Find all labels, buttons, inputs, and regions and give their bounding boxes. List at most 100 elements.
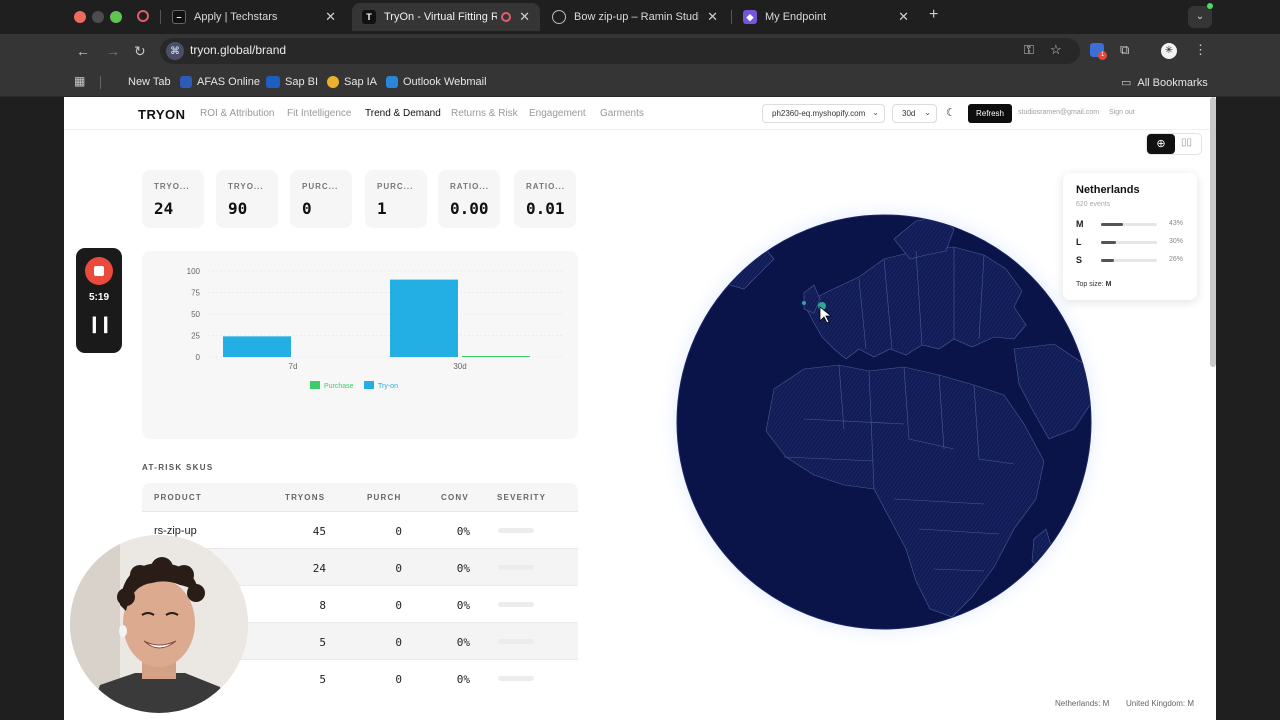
tab-label: Bow zip-up – Ramin Studios	[574, 11, 700, 23]
bookmark-label: Sap BI	[285, 76, 319, 88]
bookmark-new-tab[interactable]: New Tab	[128, 76, 171, 88]
cell-conv: 0%	[456, 599, 470, 612]
shop-select-value: ph2360-eq.myshopify.com	[772, 109, 866, 118]
y-tick-label: 75	[191, 289, 200, 298]
tryon-logo[interactable]: TRYON	[138, 107, 186, 122]
kpi-label: PURC...	[302, 182, 339, 191]
tab-search-button[interactable]: ⌄	[1188, 6, 1212, 28]
minimize-window-button[interactable]	[92, 11, 104, 23]
tab-label: My Endpoint	[765, 11, 827, 23]
recording-time: 5:19	[88, 292, 109, 303]
close-tab-icon[interactable]: ✕	[519, 9, 530, 25]
chart-view-icon[interactable]: ▯▯	[1181, 137, 1192, 148]
zoom-window-button[interactable]	[110, 11, 122, 23]
close-tab-icon[interactable]: ✕	[898, 9, 909, 25]
top-size-value: M	[1105, 281, 1112, 288]
shop-select[interactable]: ph2360-eq.myshopify.com ⌄	[762, 104, 885, 123]
close-window-button[interactable]	[74, 11, 86, 23]
reload-button[interactable]: ↻	[134, 42, 146, 60]
profile-avatar[interactable]: ✳	[1161, 43, 1177, 59]
tab-bow-zip-up[interactable]: Bow zip-up – Ramin Studios ✕	[542, 3, 728, 31]
column-tryons[interactable]: TRYONS	[285, 493, 325, 502]
kpi-card: TRYO... 24	[142, 170, 204, 228]
cell-tryons: 45	[312, 525, 326, 538]
user-email: studiosramen@gmail.com	[1018, 109, 1100, 116]
pause-icon[interactable]: ❙❙	[76, 314, 122, 334]
nav-returns-risk[interactable]: Returns & Risk	[451, 108, 518, 119]
sign-out-link[interactable]: Sign out	[1109, 109, 1135, 116]
nav-engagement[interactable]: Engagement	[529, 108, 586, 119]
size-label: M	[1076, 219, 1084, 229]
new-tab-button[interactable]: +	[929, 6, 938, 24]
x-tick-label: 30d	[453, 362, 466, 371]
bookmark-outlook[interactable]: Outlook Webmail	[386, 76, 487, 88]
kpi-value: 24	[154, 199, 174, 218]
cell-conv: 0%	[456, 562, 470, 575]
column-conv[interactable]: CONV	[441, 493, 469, 502]
size-row: L 30%	[1076, 237, 1186, 249]
browser-menu-icon[interactable]: ⋮	[1194, 42, 1207, 58]
stop-recording-button[interactable]	[85, 257, 113, 285]
kpi-value: 0.01	[526, 199, 565, 218]
severity-bar	[498, 602, 534, 607]
cell-tryons: 5	[319, 636, 326, 649]
severity-bar	[498, 528, 534, 533]
afas-icon	[180, 76, 192, 88]
tab-apply-techstars[interactable]: – Apply | Techstars ✕	[162, 3, 346, 31]
bar-purchase-30d	[462, 356, 530, 357]
all-bookmarks-folder[interactable]: ▭ All Bookmarks	[1121, 76, 1208, 90]
globe-favicon-icon	[552, 10, 566, 24]
nav-trend-demand[interactable]: Trend & Demand	[365, 108, 441, 119]
bookmark-sap-ia[interactable]: Sap IA	[327, 76, 377, 88]
size-percent: 26%	[1169, 256, 1184, 263]
nav-fit-intelligence[interactable]: Fit Intelligence	[287, 108, 351, 119]
dark-mode-moon-icon[interactable]: ☾	[946, 106, 956, 119]
period-select[interactable]: 30d ⌄	[892, 104, 937, 123]
site-info-icon[interactable]: ⌘	[166, 42, 184, 60]
extensions-puzzle-icon[interactable]: ⧉	[1120, 42, 1129, 58]
kpi-card: RATIO... 0.00	[438, 170, 500, 228]
password-key-icon[interactable]: ⚿	[1024, 42, 1034, 58]
webcam-bubble[interactable]	[70, 535, 248, 713]
column-purch[interactable]: PURCH	[367, 493, 401, 502]
bookmark-label: Sap IA	[344, 76, 378, 88]
kpi-value: 0	[302, 199, 312, 218]
cell-conv: 0%	[456, 673, 470, 686]
tab-my-endpoint[interactable]: ◆ My Endpoint ✕	[733, 3, 919, 31]
column-product[interactable]: PRODUCT	[154, 493, 202, 502]
forward-button[interactable]: →	[106, 42, 120, 60]
demand-globe[interactable]	[654, 194, 1114, 659]
globe-view-icon[interactable]: ⊕	[1147, 134, 1175, 154]
table-header: PRODUCT TRYONS PURCH CONV SEVERITY	[142, 483, 578, 511]
nav-garments[interactable]: Garments	[600, 108, 644, 119]
page-scrollbar[interactable]	[1210, 97, 1216, 367]
nav-roi-attribution[interactable]: ROI & Attribution	[200, 108, 274, 119]
severity-bar	[498, 565, 534, 570]
size-bar-fill	[1101, 259, 1114, 262]
close-tab-icon[interactable]: ✕	[707, 9, 718, 25]
tab-tryon[interactable]: T TryOn - Virtual Fitting Room ✕	[352, 3, 540, 31]
legend-label: Try-on	[378, 383, 398, 390]
refresh-button[interactable]: Refresh	[968, 104, 1012, 123]
cell-purch: 0	[395, 525, 402, 538]
address-bar[interactable]: ⌘ tryon.global/brand	[160, 38, 1080, 64]
column-severity[interactable]: SEVERITY	[497, 493, 546, 502]
tooltip-top-size: Top size: M	[1076, 281, 1111, 288]
size-bar-track	[1101, 259, 1157, 262]
cell-purch: 0	[395, 636, 402, 649]
kpi-label: TRYO...	[228, 182, 264, 191]
bookmark-label: All Bookmarks	[1137, 76, 1208, 89]
bookmark-sap-bi[interactable]: Sap BI	[266, 76, 318, 88]
uk-marker[interactable]	[802, 301, 806, 305]
tab-label: Apply | Techstars	[194, 11, 278, 23]
table-row[interactable]: rs-zip-up 45 0 0%	[142, 511, 578, 548]
bookmark-label: AFAS Online	[197, 76, 260, 88]
size-label: S	[1076, 255, 1083, 265]
apps-grid-icon[interactable]: ▦	[74, 74, 85, 88]
close-tab-icon[interactable]: ✕	[325, 9, 336, 25]
back-button[interactable]: ←	[76, 42, 90, 60]
bookmark-afas-online[interactable]: AFAS Online	[180, 76, 260, 88]
tooltip-events: 620 events	[1076, 201, 1111, 208]
bookmark-star-icon[interactable]: ☆	[1050, 42, 1062, 58]
size-row: M 43%	[1076, 219, 1186, 231]
